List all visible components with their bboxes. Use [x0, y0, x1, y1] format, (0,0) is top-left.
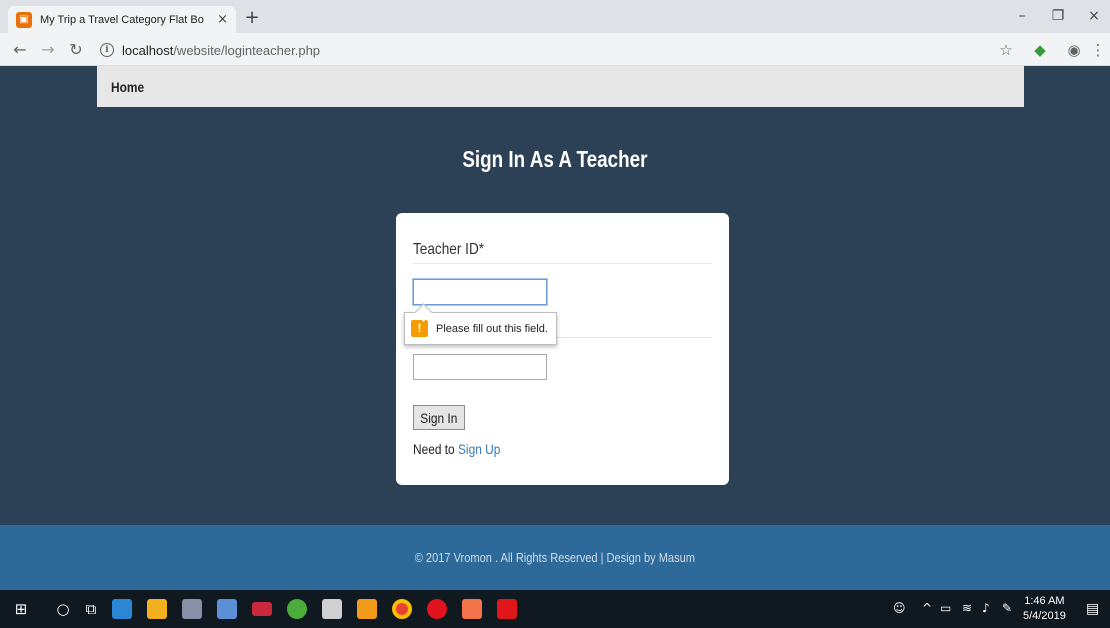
tab-close-icon[interactable]: ×: [217, 12, 228, 27]
validation-message: Please fill out this field.: [436, 322, 548, 335]
signup-prompt: Need to Sign Up: [413, 441, 500, 457]
teacher-id-label: Teacher ID*: [413, 241, 485, 258]
browser-toolbar: ← → ↻ i localhost/website/loginteacher.p…: [0, 33, 1110, 66]
new-tab-button[interactable]: +: [240, 7, 264, 29]
app-icon[interactable]: [217, 599, 237, 619]
url-text: localhost/website/loginteacher.php: [122, 43, 320, 58]
address-bar[interactable]: i localhost/website/loginteacher.php: [92, 37, 1022, 63]
app-icon[interactable]: [252, 602, 272, 616]
validation-tooltip: ! Please fill out this field.: [404, 312, 557, 345]
sign-in-button[interactable]: Sign In: [413, 405, 465, 430]
url-path: /website/loginteacher.php: [173, 42, 321, 58]
sign-up-link[interactable]: Sign Up: [458, 441, 500, 457]
taskbar: ⊞ ○ ⧉ ☺ ^ ▭ ≋ ♪ ✎ 1:46 AM 5/4/2019 ▤: [0, 590, 1110, 628]
pen-icon[interactable]: ✎: [1002, 601, 1012, 615]
people-icon[interactable]: ☺: [893, 601, 906, 615]
sign-in-label: Sign In: [420, 409, 458, 426]
tab-strip: ▣ My Trip a Travel Category Flat Bo × + …: [0, 0, 1110, 33]
clock-date: 5/4/2019: [1023, 610, 1066, 622]
browser-tab[interactable]: ▣ My Trip a Travel Category Flat Bo ×: [8, 6, 236, 33]
restore-button[interactable]: ❐: [1040, 4, 1076, 28]
nav-home-link[interactable]: Home: [111, 79, 144, 95]
forward-icon[interactable]: →: [38, 40, 58, 60]
reload-icon[interactable]: ↻: [66, 40, 86, 60]
volume-icon[interactable]: ♪: [982, 601, 990, 615]
app-icon[interactable]: [462, 599, 482, 619]
menu-icon[interactable]: ⋮: [1088, 40, 1108, 60]
task-view-icon[interactable]: ⧉: [80, 599, 102, 619]
star-icon[interactable]: ☆: [996, 40, 1016, 60]
footer-text: © 2017 Vromon . All Rights Reserved | De…: [414, 550, 696, 565]
app-icon[interactable]: [322, 599, 342, 619]
warning-icon: !: [411, 320, 428, 337]
clock-time: 1:46 AM: [1024, 595, 1065, 607]
page-body: Home Sign In As A Teacher Teacher ID* ! …: [0, 66, 1110, 590]
opera-icon[interactable]: [427, 599, 447, 619]
tab-title: My Trip a Travel Category Flat Bo: [40, 13, 204, 26]
acrobat-icon[interactable]: [497, 599, 517, 619]
need-text: Need to: [413, 441, 455, 457]
profile-icon[interactable]: ◉: [1064, 40, 1084, 60]
url-host: localhost: [122, 42, 174, 58]
back-icon[interactable]: ←: [10, 40, 30, 60]
sublime-icon[interactable]: [357, 599, 377, 619]
extension-icon[interactable]: ◆: [1030, 40, 1050, 60]
battery-icon[interactable]: ▭: [940, 601, 951, 615]
search-icon[interactable]: ○: [52, 599, 74, 619]
file-explorer-icon[interactable]: [147, 599, 167, 619]
divider: [413, 263, 711, 264]
close-window-button[interactable]: ×: [1076, 4, 1110, 28]
wifi-icon[interactable]: ≋: [962, 601, 972, 615]
login-card: Teacher ID* ! Please fill out this field…: [396, 213, 729, 485]
chevron-up-icon[interactable]: ^: [922, 601, 932, 615]
teacher-id-input[interactable]: [413, 279, 547, 305]
top-navbar: Home: [97, 66, 1024, 107]
password-input[interactable]: [413, 354, 547, 380]
minimize-button[interactable]: –: [1004, 4, 1040, 28]
page-title-text: Sign In As A Teacher: [462, 146, 648, 172]
chrome-icon[interactable]: [392, 599, 412, 619]
notifications-icon[interactable]: ▤: [1086, 601, 1099, 617]
page-title: Sign In As A Teacher: [0, 146, 1110, 173]
info-icon[interactable]: i: [100, 43, 114, 57]
footer: © 2017 Vromon . All Rights Reserved | De…: [0, 525, 1110, 590]
favicon-icon: ▣: [16, 11, 32, 28]
windows-start-icon[interactable]: ⊞: [10, 599, 32, 619]
app-icon[interactable]: [112, 599, 132, 619]
app-icon[interactable]: [287, 599, 307, 619]
clock[interactable]: 1:46 AM 5/4/2019: [1023, 594, 1066, 624]
app-icon[interactable]: [182, 599, 202, 619]
